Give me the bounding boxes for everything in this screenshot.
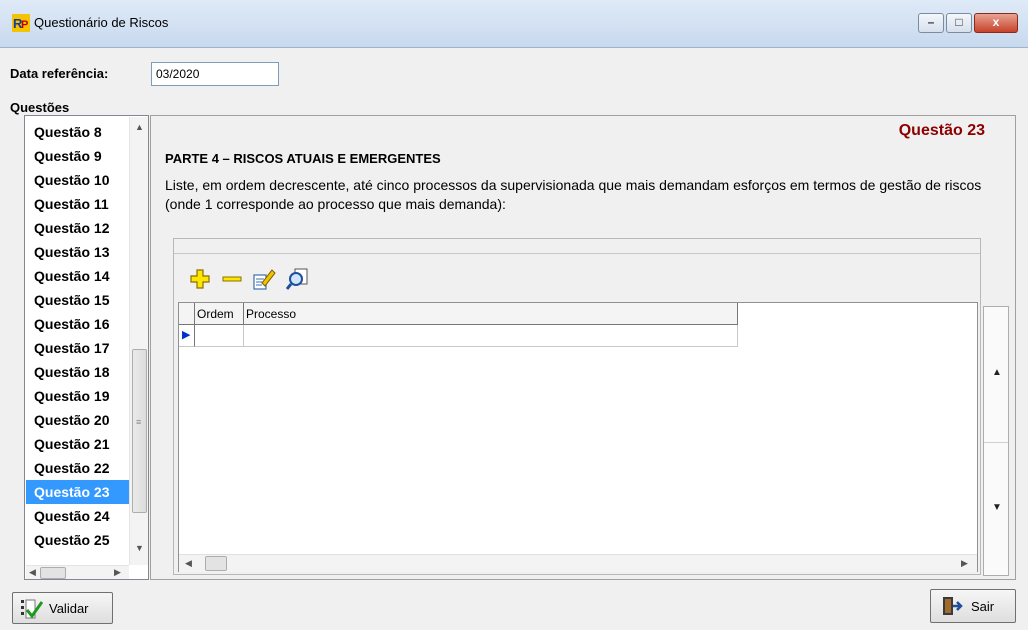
data-referencia-label: Data referência: (10, 66, 109, 81)
answer-grid-frame: Ordem Processo ▶ ◀ ▶ (173, 238, 981, 575)
scroll-grip-icon: ≡ (136, 417, 142, 427)
exit-door-icon (943, 597, 963, 615)
grid-divider (174, 253, 980, 254)
panel-scroll-up-button[interactable]: ▲ (984, 307, 1008, 443)
answer-grid[interactable]: Ordem Processo ▶ ◀ ▶ (178, 302, 978, 572)
data-referencia-input[interactable] (151, 62, 279, 86)
current-row-arrow-icon: ▶ (182, 329, 191, 341)
panel-scroll-down-button[interactable]: ▼ (984, 442, 1008, 575)
list-item-questao-10[interactable]: Questão 10 (26, 168, 129, 192)
grid-scroll-left-arrow-icon[interactable]: ◀ (185, 558, 192, 569)
minimize-button[interactable]: – (918, 13, 944, 33)
list-item-questao-15[interactable]: Questão 15 (26, 288, 129, 312)
panel-vertical-scrollbar[interactable]: ▲ ▼ (983, 306, 1009, 576)
grid-corner-header (179, 303, 195, 325)
maximize-button[interactable]: □ (946, 13, 972, 33)
maximize-icon: □ (955, 15, 963, 29)
list-item-questao-18[interactable]: Questão 18 (26, 360, 129, 384)
list-item-questao-17[interactable]: Questão 17 (26, 336, 129, 360)
part-title: PARTE 4 – RISCOS ATUAIS E EMERGENTES (165, 151, 441, 166)
questions-hscroll-thumb[interactable] (40, 567, 66, 579)
window-title: Questionário de Riscos (34, 15, 169, 30)
list-item-questao-19[interactable]: Questão 19 (26, 384, 129, 408)
list-item-questao-22[interactable]: Questão 22 (26, 456, 129, 480)
remove-icon[interactable] (220, 267, 244, 291)
grid-scroll-right-arrow-icon[interactable]: ▶ (961, 558, 968, 569)
svg-text:P: P (21, 19, 28, 31)
cell-ordem[interactable] (195, 325, 244, 347)
validar-label: Validar (49, 601, 89, 616)
validar-button[interactable]: Validar (12, 592, 113, 624)
scroll-left-arrow-icon[interactable]: ◀ (29, 567, 36, 578)
grid-hscroll-thumb[interactable] (205, 556, 227, 571)
list-item-questao-8[interactable]: Questão 8 (26, 120, 129, 144)
questions-list[interactable]: Questão 8 Questão 9 Questão 10 Questão 1… (24, 115, 149, 580)
search-icon[interactable] (286, 267, 310, 291)
questions-scroll-thumb[interactable] (132, 349, 147, 513)
add-icon[interactable] (188, 267, 212, 291)
list-item-questao-24[interactable]: Questão 24 (26, 504, 129, 528)
list-item-questao-13[interactable]: Questão 13 (26, 240, 129, 264)
questions-horizontal-scrollbar[interactable]: ◀ ▶ (26, 565, 129, 579)
sair-label: Sair (971, 599, 995, 614)
row-indicator: ▶ (179, 325, 195, 347)
scroll-right-arrow-icon[interactable]: ▶ (114, 567, 121, 578)
sair-button[interactable]: Sair (930, 589, 1016, 623)
scroll-down-arrow-icon[interactable]: ▼ (135, 543, 144, 553)
app-logo-icon: R P (12, 14, 30, 32)
list-item-questao-21[interactable]: Questão 21 (26, 432, 129, 456)
cell-processo[interactable] (244, 325, 738, 347)
list-item-questao-9[interactable]: Questão 9 (26, 144, 129, 168)
checklist-icon (21, 599, 43, 619)
column-header-processo[interactable]: Processo (244, 303, 738, 325)
scroll-up-arrow-icon[interactable]: ▲ (135, 122, 144, 132)
list-item-questao-25[interactable]: Questão 25 (26, 528, 129, 552)
column-header-ordem[interactable]: Ordem (195, 303, 244, 325)
list-item-questao-14[interactable]: Questão 14 (26, 264, 129, 288)
close-icon: x (992, 15, 1000, 29)
question-number: Questão 23 (898, 122, 985, 139)
minimize-icon: – (927, 15, 935, 29)
question-panel: Questão 23 PARTE 4 – RISCOS ATUAIS E EME… (150, 115, 1016, 580)
grid-horizontal-scrollbar[interactable]: ◀ ▶ (179, 554, 977, 572)
close-button[interactable]: x (974, 13, 1018, 33)
questoes-label: Questões (10, 100, 70, 115)
list-item-questao-23-selected[interactable]: Questão 23 (26, 480, 129, 504)
list-item-questao-12[interactable]: Questão 12 (26, 216, 129, 240)
panel-scroll-down-arrow-icon: ▼ (992, 502, 1002, 513)
list-item-questao-16[interactable]: Questão 16 (26, 312, 129, 336)
list-item-questao-11[interactable]: Questão 11 (26, 192, 129, 216)
list-item-questao-20[interactable]: Questão 20 (26, 408, 129, 432)
question-text: Liste, em ordem decrescente, até cinco p… (165, 177, 982, 212)
title-bar: R P Questionário de Riscos – □ x (0, 0, 1028, 48)
questions-vertical-scrollbar[interactable]: ▲ ≡ ▼ (129, 117, 148, 565)
panel-scroll-up-arrow-icon: ▲ (992, 367, 1002, 378)
edit-icon[interactable] (252, 267, 276, 291)
